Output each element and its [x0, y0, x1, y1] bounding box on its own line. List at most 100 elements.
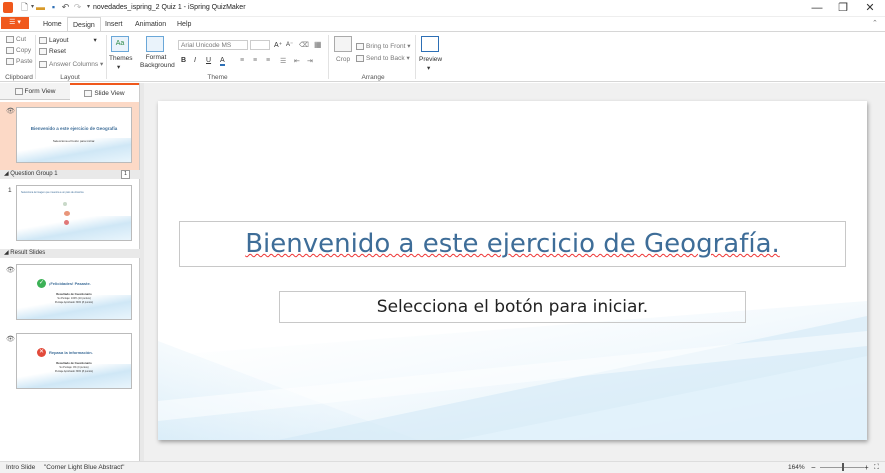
- group-label-layout: Layout: [60, 74, 80, 81]
- preview-button[interactable]: Preview: [419, 56, 442, 63]
- clipboard-icon: [6, 58, 14, 65]
- slide-subtitle: Selecciona el botón para iniciar.: [376, 297, 649, 317]
- eye-icon: 👁: [6, 267, 15, 274]
- group-label-theme: Theme: [207, 74, 228, 81]
- answer-columns-button[interactable]: Answer Columns ▾: [39, 60, 103, 68]
- copy-button[interactable]: Copy: [6, 47, 31, 54]
- bring-to-front-icon: [356, 42, 364, 50]
- maximize-button[interactable]: ❐: [829, 0, 857, 17]
- increase-indent-icon[interactable]: ⇥: [307, 57, 313, 65]
- ribbon-tabs: ☰ ▾ Home Design Insert Animation Help ⌃: [0, 17, 885, 32]
- bold-icon[interactable]: B: [181, 57, 186, 64]
- bullet-list-icon[interactable]: ☰: [280, 57, 286, 65]
- decrease-indent-icon[interactable]: ⇤: [294, 57, 300, 65]
- open-folder-icon[interactable]: ▬: [35, 2, 46, 13]
- thumbnail-question-text: Selecciona la imagen que muestra a un pa…: [21, 191, 84, 194]
- tab-insert[interactable]: Insert: [100, 17, 128, 32]
- question-group-label: Question Group 1: [10, 171, 58, 177]
- align-left-icon[interactable]: ≡: [240, 57, 244, 64]
- zoom-slider-thumb[interactable]: [842, 463, 844, 471]
- save-icon[interactable]: ▪: [48, 2, 59, 13]
- preview-magnifier-icon[interactable]: [421, 36, 439, 52]
- tab-animation[interactable]: Animation: [130, 17, 171, 32]
- redo-icon[interactable]: ↷: [72, 2, 83, 13]
- slide-thumbnail-fail[interactable]: ✕ Repasa la información. Resultado de Cu…: [16, 333, 132, 389]
- slide-thumbnail-question[interactable]: Selecciona la imagen que muestra a un pa…: [16, 185, 132, 241]
- zoom-out-icon[interactable]: −: [811, 462, 816, 473]
- tab-help[interactable]: Help: [172, 17, 196, 32]
- form-view-icon: [14, 87, 23, 95]
- cut-button[interactable]: Cut: [6, 36, 26, 43]
- thumbnail-title: Bienvenido a este ejercicio de Geografía: [30, 126, 118, 131]
- decrease-font-icon[interactable]: A⁻: [286, 41, 293, 48]
- group-separator: [35, 35, 36, 79]
- fail-results: Resultado de Cuestionario: [56, 361, 92, 365]
- answer-image-icon: [64, 220, 69, 225]
- fail-score: Su Puntaje: 0% (0 puntos): [59, 366, 89, 369]
- zoom-level: 164%: [788, 464, 805, 471]
- zoom-in-icon[interactable]: +: [864, 462, 869, 473]
- paste-button[interactable]: Paste: [6, 58, 33, 65]
- close-button[interactable]: ✕: [856, 0, 884, 17]
- collapse-ribbon-icon[interactable]: ⌃: [872, 19, 878, 27]
- reset-button[interactable]: Reset: [39, 48, 66, 55]
- slide-title: Bienvenido a este ejercicio de Geografía…: [245, 229, 780, 259]
- tab-form-view[interactable]: Form View: [0, 83, 70, 100]
- crop-icon[interactable]: [334, 36, 352, 52]
- crop-button[interactable]: Crop: [336, 56, 350, 63]
- font-size-select[interactable]: [250, 40, 270, 50]
- pass-score: Su Puntaje: 100% (10 puntos): [57, 297, 91, 300]
- thumbnail-background: [17, 215, 131, 240]
- answer-image-icon: [64, 211, 70, 216]
- slide-subtitle-box[interactable]: Selecciona el botón para iniciar.: [279, 291, 746, 323]
- undo-icon[interactable]: ↶: [60, 2, 71, 13]
- minimize-button[interactable]: —: [803, 0, 831, 17]
- reset-icon: [39, 48, 47, 55]
- clear-format-icon[interactable]: ⌫: [299, 41, 309, 49]
- format-background-button[interactable]: Format Background: [140, 54, 175, 70]
- align-right-icon[interactable]: ≡: [266, 57, 270, 64]
- check-icon: ✓: [37, 279, 46, 288]
- slide-thumbnail-pass[interactable]: ✓ ¡Felicidades! Pasaste. Resultado de Cu…: [16, 264, 132, 320]
- layout-icon: [39, 36, 47, 44]
- slide-title-box[interactable]: Bienvenido a este ejercicio de Geografía…: [179, 221, 846, 267]
- preview-dropdown-icon[interactable]: ▾: [427, 64, 430, 72]
- font-color-icon[interactable]: A: [220, 57, 225, 66]
- group-separator: [106, 35, 107, 79]
- error-icon: ✕: [37, 348, 46, 357]
- tab-home[interactable]: Home: [38, 17, 67, 32]
- window-title: novedades_ispring_2 Quiz 1 - iSpring Qui…: [93, 4, 246, 11]
- slide-number: 1: [8, 187, 12, 194]
- copy-icon: [6, 47, 14, 54]
- font-family-select[interactable]: Arial Unicode MS: [178, 40, 248, 50]
- align-center-icon[interactable]: ≡: [253, 57, 257, 64]
- cut-label: Cut: [16, 36, 27, 44]
- layout-button[interactable]: Layout ▾: [39, 36, 97, 44]
- themes-button[interactable]: Themes: [109, 55, 132, 62]
- result-slides-header[interactable]: ◢ Result Slides: [0, 249, 140, 258]
- fit-to-window-icon[interactable]: ⛶: [874, 462, 879, 473]
- layout-label: Layout: [49, 37, 69, 44]
- themes-dropdown-icon[interactable]: ▾: [117, 63, 120, 71]
- underline-icon[interactable]: U: [206, 57, 211, 64]
- eye-icon: 👁: [6, 108, 15, 115]
- slide-thumbnail-intro[interactable]: Bienvenido a este ejercicio de Geografía…: [16, 107, 132, 163]
- pass-results: Resultado de Cuestionario: [56, 292, 92, 296]
- themes-icon[interactable]: Aa: [111, 36, 129, 52]
- tab-design[interactable]: Design: [67, 17, 101, 32]
- fail-title: Repasa la información.: [49, 350, 93, 355]
- italic-icon[interactable]: I: [194, 57, 196, 64]
- title-bar: 🗋 ▾ ▬ ▪ ↶ ↷ ▾ novedades_ispring_2 Quiz 1…: [0, 0, 885, 17]
- copy-label: Copy: [16, 47, 32, 55]
- text-style-icon[interactable]: ▦: [314, 40, 322, 49]
- answer-image-icon: [63, 202, 67, 206]
- slide-editor[interactable]: Bienvenido a este ejercicio de Geografía…: [158, 101, 867, 440]
- file-menu-button[interactable]: ☰ ▾: [1, 17, 29, 29]
- format-background-icon[interactable]: [146, 36, 164, 52]
- increase-font-icon[interactable]: A⁺: [274, 41, 282, 49]
- fail-passing-score: Puntaje Aprobado: 80% (8 puntos): [54, 370, 94, 373]
- bring-to-front-button[interactable]: Bring to Front ▾: [356, 42, 410, 50]
- send-to-back-button[interactable]: Send to Back ▾: [356, 54, 410, 62]
- question-group-header[interactable]: ◢ Question Group 11: [0, 170, 140, 179]
- tab-slide-view[interactable]: Slide View: [70, 83, 139, 100]
